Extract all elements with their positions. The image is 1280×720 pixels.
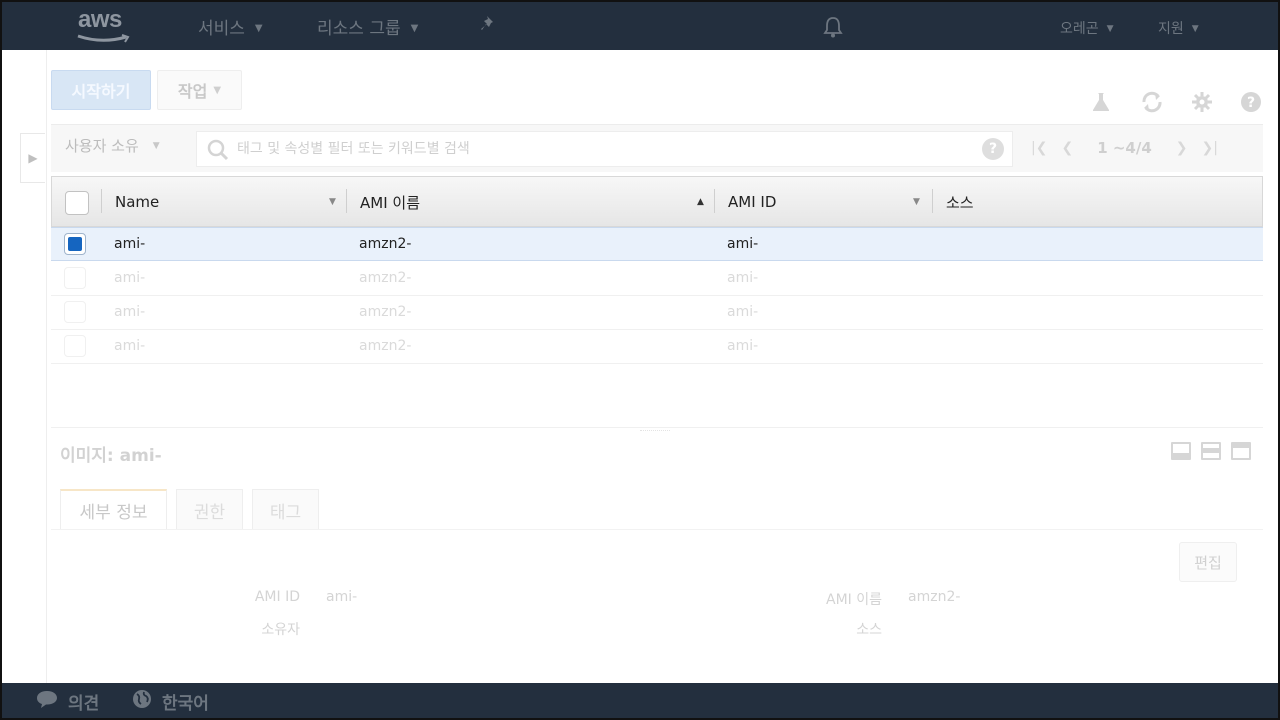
globe-icon: [132, 689, 152, 714]
aws-smile-icon: [77, 34, 130, 43]
tab-permissions[interactable]: 권한: [176, 489, 243, 530]
sidebar-expand-toggle[interactable]: ▶: [20, 133, 45, 183]
chevron-down-icon: ▼: [213, 84, 222, 96]
owner-filter-dropdown[interactable]: 사용자 소유 ▼: [65, 135, 160, 156]
column-header-ami-name[interactable]: AMI 이름 ▲: [360, 177, 710, 227]
table-header: Name ▼ AMI 이름 ▲ AMI ID ▼ 소스: [51, 176, 1263, 227]
table-row[interactable]: ami- amzn2- ami-: [51, 227, 1263, 261]
resize-grip[interactable]: [640, 430, 670, 433]
ami-id-label: AMI ID: [254, 589, 300, 605]
flask-icon[interactable]: [1089, 90, 1113, 114]
panel-divider[interactable]: [51, 427, 1263, 428]
chevron-down-icon: ▼: [410, 22, 419, 34]
filter-bar: 사용자 소유 ▼ ? |❮ ❮ 1 ~4/4 ❯ ❯|: [51, 124, 1263, 172]
language-selector[interactable]: 한국어: [132, 689, 209, 714]
panel-max-icon[interactable]: [1231, 442, 1251, 460]
column-divider: [932, 189, 933, 213]
last-page-icon[interactable]: ❯|: [1202, 140, 1218, 156]
tab-divider: [51, 529, 1263, 530]
chevron-down-icon: ▼: [254, 22, 263, 34]
footer: 의견 한국어: [0, 683, 1280, 720]
sort-down-icon[interactable]: ▼: [329, 197, 336, 207]
detail-title: 이미지: ami-: [60, 446, 162, 466]
help-icon[interactable]: ?: [1239, 90, 1263, 114]
pin-icon[interactable]: [480, 15, 498, 33]
chevron-down-icon: ▼: [1106, 24, 1114, 34]
resource-groups-menu[interactable]: 리소스 그룹 ▼: [317, 14, 418, 39]
source-label: 소스: [856, 622, 882, 638]
search-box: ?: [196, 131, 1013, 167]
row-checkbox[interactable]: [64, 301, 86, 323]
first-page-icon[interactable]: |❮: [1031, 140, 1047, 156]
search-help-icon[interactable]: ?: [982, 138, 1004, 160]
actions-button[interactable]: 작업 ▼: [157, 70, 242, 110]
edit-button[interactable]: 편집: [1179, 542, 1237, 582]
pagination-count: 1 ~4/4: [1097, 139, 1152, 157]
refresh-icon[interactable]: [1140, 90, 1164, 114]
bell-icon[interactable]: [823, 16, 843, 38]
tab-details[interactable]: 세부 정보: [60, 489, 167, 530]
search-input[interactable]: [237, 136, 957, 162]
column-divider: [346, 189, 347, 213]
column-header-source[interactable]: 소스: [946, 177, 1146, 227]
services-menu[interactable]: 서비스 ▼: [198, 14, 263, 39]
row-checkbox[interactable]: [64, 233, 86, 255]
ami-name-value: amzn2-: [908, 589, 961, 605]
support-menu[interactable]: 지원 ▼: [1158, 18, 1199, 38]
column-divider: [714, 189, 715, 213]
owner-label: 소유자: [261, 622, 300, 638]
chevron-right-icon: ▶: [28, 151, 38, 165]
prev-page-icon[interactable]: ❮: [1061, 140, 1073, 156]
column-divider: [101, 189, 102, 213]
select-all-checkbox[interactable]: [65, 191, 89, 215]
row-checkbox[interactable]: [64, 267, 86, 289]
svg-text:?: ?: [1247, 95, 1255, 111]
sort-down-icon[interactable]: ▼: [913, 197, 920, 207]
table-row[interactable]: ami- amzn2- ami-: [51, 296, 1263, 330]
column-header-ami-id[interactable]: AMI ID ▼: [728, 177, 928, 227]
speech-bubble-icon: [36, 689, 58, 714]
search-icon: [207, 139, 229, 161]
aws-logo[interactable]: aws: [76, 6, 134, 46]
top-navigation: aws 서비스 ▼ 리소스 그룹 ▼ 오레곤 ▼ 지원 ▼: [0, 0, 1280, 50]
chevron-down-icon: ▼: [1191, 24, 1199, 34]
pagination: |❮ ❮ 1 ~4/4 ❯ ❯|: [1031, 139, 1218, 157]
next-page-icon[interactable]: ❯: [1176, 140, 1188, 156]
region-menu[interactable]: 오레곤 ▼: [1060, 18, 1114, 38]
ami-name-label: AMI 이름: [826, 592, 882, 608]
sort-up-icon[interactable]: ▲: [697, 197, 704, 207]
panel-half-icon[interactable]: [1201, 442, 1221, 460]
row-checkbox[interactable]: [64, 335, 86, 357]
ami-id-value: ami-: [326, 589, 358, 605]
panel-min-icon[interactable]: [1171, 442, 1191, 460]
chevron-down-icon: ▼: [152, 140, 160, 151]
tab-tags[interactable]: 태그: [252, 489, 319, 530]
table-row[interactable]: ami- amzn2- ami-: [51, 330, 1263, 364]
table-row[interactable]: ami- amzn2- ami-: [51, 262, 1263, 296]
feedback-link[interactable]: 의견: [36, 689, 99, 714]
launch-button[interactable]: 시작하기: [51, 70, 151, 110]
column-header-name[interactable]: Name ▼: [115, 177, 345, 227]
gear-icon[interactable]: [1190, 90, 1214, 114]
